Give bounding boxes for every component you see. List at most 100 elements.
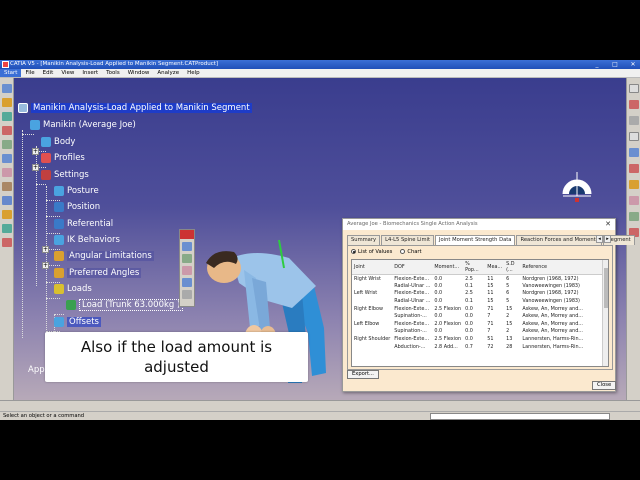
camera-icon[interactable] — [629, 196, 639, 205]
menu-file[interactable]: File — [21, 69, 38, 77]
table-row[interactable]: Radial-Ulnar ... 0.0 0.1 15 5 Vanoweewingen (… — [352, 282, 608, 290]
ik-behaviors-icon — [54, 235, 64, 245]
col-joint[interactable]: Joint — [352, 260, 393, 275]
tree-settings[interactable]: Settings — [41, 169, 89, 182]
annotation-icon[interactable] — [629, 180, 639, 189]
select-icon[interactable] — [2, 84, 12, 93]
referential-icon — [54, 219, 64, 229]
expand-angular-toggle[interactable]: + — [42, 246, 49, 253]
maximize-button[interactable]: □ — [610, 60, 620, 69]
section-icon[interactable] — [629, 148, 639, 157]
table-row[interactable]: Supination-... 0.0 0.0 7 2 Askew, An, Morrey … — [352, 312, 608, 320]
joint-moment-table[interactable]: Joint DOF Moment... % Pop... Mea... S.D … — [351, 259, 609, 367]
tree-load-item[interactable]: Load (Trunk 63.000kg ) — [66, 299, 184, 312]
table-cell: 6 — [506, 290, 510, 297]
compass-icon[interactable] — [559, 170, 595, 206]
table-cell: Right Shoulder — [354, 336, 391, 343]
tab-reaction-forces[interactable]: Reaction Forces and Moments — [516, 235, 603, 245]
col-dof[interactable]: DOF — [392, 260, 433, 275]
menu-insert[interactable]: Insert — [78, 69, 102, 77]
col-pop[interactable]: % Pop... — [463, 260, 486, 275]
lift-lower-icon[interactable] — [2, 238, 12, 247]
col-reference[interactable]: Reference — [520, 260, 608, 275]
tree-referential[interactable]: Referential — [54, 218, 113, 231]
col-moment[interactable]: Moment... — [432, 260, 464, 275]
settings-icon — [41, 170, 51, 180]
radio-list-of-values[interactable]: List of Values — [351, 249, 392, 255]
tree-app-partial[interactable]: App — [28, 364, 45, 377]
menu-window[interactable]: Window — [124, 69, 154, 77]
table-row[interactable]: Abduction-... 2.8 Add... 0.7 72 28 Lannersten… — [352, 343, 608, 351]
tree-profiles[interactable]: Profiles — [41, 152, 85, 165]
tree-posture[interactable]: Posture — [54, 185, 99, 198]
close-window-button[interactable]: ✕ — [628, 60, 638, 69]
posture-icon[interactable] — [2, 112, 12, 121]
minimize-button[interactable]: _ — [592, 60, 602, 69]
tree-angular-limitations[interactable]: Angular Limitations — [54, 250, 154, 263]
table-cell: 2.5 Flexion — [434, 305, 462, 312]
snap-icon[interactable] — [629, 116, 639, 125]
col-mean[interactable]: Mea... — [485, 260, 505, 275]
tree-offsets[interactable]: Offsets — [54, 316, 101, 329]
table-cell: 0.0 — [465, 336, 473, 343]
analysis-icon[interactable] — [2, 196, 12, 205]
export-button[interactable]: Export... — [347, 370, 379, 379]
tree-loads[interactable]: Loads — [54, 283, 92, 296]
table-row[interactable]: Right Shoulder Flexion-Exte... 2.5 Flexion… — [352, 335, 608, 343]
tree-ik-behaviors[interactable]: IK Behaviors — [54, 234, 120, 247]
rula-icon[interactable] — [2, 224, 12, 233]
tree-root[interactable]: Manikin Analysis-Load Applied to Manikin… — [18, 102, 252, 115]
simulation-icon[interactable] — [629, 212, 639, 221]
table-scrollbar[interactable] — [602, 260, 608, 366]
menu-start[interactable]: Start — [0, 69, 22, 77]
menu-tools[interactable]: Tools — [102, 69, 124, 77]
tab-scroll-left-icon[interactable]: ◂ — [596, 235, 603, 243]
constraint-icon[interactable] — [2, 140, 12, 149]
reach-icon[interactable] — [2, 168, 12, 177]
radio-chart[interactable]: Chart — [400, 249, 422, 255]
product-icon[interactable] — [629, 84, 639, 93]
table-row[interactable]: Radial-Ulnar ... 0.0 0.1 15 5 Vanoweewingen (… — [352, 297, 608, 305]
table-cell — [352, 282, 392, 290]
tab-joint-moment-strength[interactable]: Joint Moment Strength Data — [435, 235, 516, 245]
tree-manikin[interactable]: Manikin (Average Joe) — [30, 119, 136, 132]
tree-position[interactable]: Position — [54, 201, 100, 214]
table-row[interactable]: Right Wrist Flexion-Exte... 0.0 2.5 11 6 Nordg… — [352, 275, 608, 283]
table-row[interactable]: Left Elbow Flexion-Exte... 2.0 Flexion 0.0 7… — [352, 320, 608, 328]
table-row[interactable]: Right Elbow Flexion-Exte... 2.5 Flexion 0.0… — [352, 305, 608, 313]
table-cell: 2.8 Add... — [434, 343, 458, 350]
ik-icon[interactable] — [2, 126, 12, 135]
expand-profiles-toggle[interactable]: + — [32, 164, 39, 171]
expand-preferred-toggle[interactable]: + — [42, 262, 49, 269]
tab-scroll-right-icon[interactable]: ▸ — [604, 235, 611, 243]
table-cell: Right Wrist — [354, 275, 381, 282]
manikin-icon[interactable] — [2, 98, 12, 107]
tree-preferred-angles[interactable]: Preferred Angles — [54, 267, 142, 280]
menu-edit[interactable]: Edit — [39, 69, 58, 77]
menu-view[interactable]: View — [57, 69, 78, 77]
menu-analyze[interactable]: Analyze — [153, 69, 183, 77]
table-row[interactable]: Left Wrist Flexion-Exte... 0.0 2.5 11 6 Nordgr… — [352, 290, 608, 298]
position-icon — [54, 202, 64, 212]
tab-l4-l5-spine-limit[interactable]: L4-L5 Spine Limit — [381, 235, 434, 245]
close-button[interactable]: Close — [592, 381, 617, 390]
tree-body[interactable]: Body — [41, 136, 75, 149]
col-sd[interactable]: S.D (... — [504, 260, 521, 275]
table-row[interactable]: Supination-... 0.0 0.0 7 2 Askew, An, Morrey … — [352, 328, 608, 336]
biomechanics-icon[interactable] — [2, 210, 12, 219]
expand-body-toggle[interactable]: + — [32, 148, 39, 155]
table-cell: Supination-... — [394, 313, 427, 320]
vision-icon[interactable] — [2, 154, 12, 163]
distance-icon[interactable] — [629, 164, 639, 173]
table-cell: 0.0 — [465, 328, 473, 335]
command-input[interactable] — [430, 413, 610, 420]
scrollbar-thumb[interactable] — [604, 268, 608, 308]
clash-icon[interactable] — [629, 132, 639, 141]
menu-bar: Start File Edit View Insert Tools Window… — [0, 69, 640, 78]
load-icon[interactable] — [2, 182, 12, 191]
dialog-close-icon[interactable]: ✕ — [605, 219, 611, 230]
move-icon[interactable] — [629, 100, 639, 109]
tab-summary[interactable]: Summary — [347, 235, 381, 245]
table-cell: Askew, An, Morrey and... — [522, 313, 583, 320]
menu-help[interactable]: Help — [183, 69, 204, 77]
